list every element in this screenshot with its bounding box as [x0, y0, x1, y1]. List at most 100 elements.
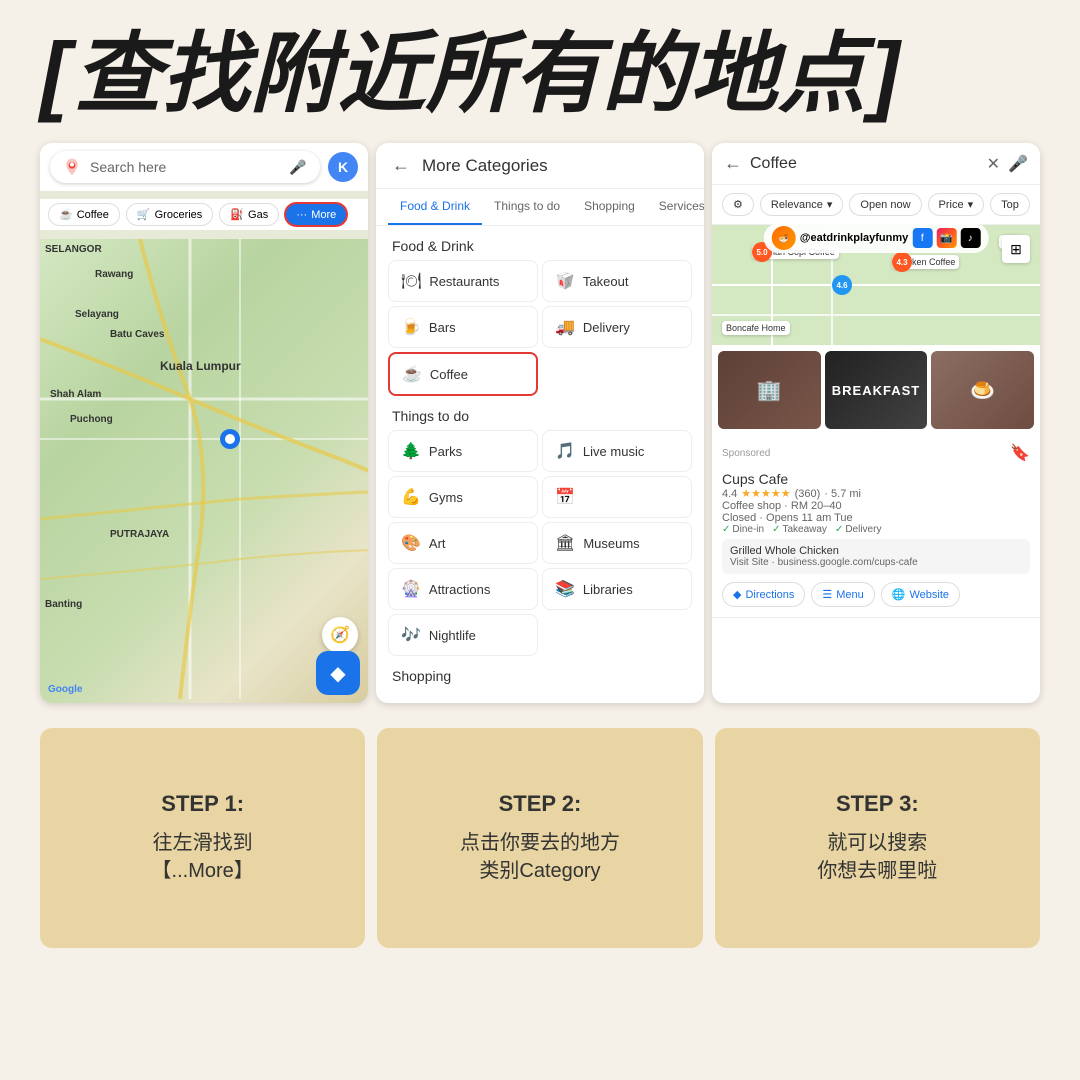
category-events[interactable]: 📅: [542, 476, 692, 518]
sponsored-label: Sponsored: [722, 448, 770, 459]
more-chip-highlight: [284, 202, 348, 227]
category-more[interactable]: ··· More: [285, 203, 347, 226]
map-header: Search here 🎤 K: [40, 143, 368, 191]
category-gyms[interactable]: 💪 Gyms: [388, 476, 538, 518]
gas-icon: ⛽: [230, 208, 244, 221]
selangor-label: SELANGOR: [45, 244, 102, 255]
things-grid: 🌲 Parks 🎵 Live music 💪 Gyms 📅 🎨: [376, 430, 704, 656]
cafe-photo-1: 🏢: [718, 351, 821, 429]
layers-icon: ⊞: [1010, 241, 1022, 258]
cafe-listing: Cups Cafe 4.4 ★★★★★ (360) · 5.7 mi Coffe…: [712, 465, 1040, 618]
cafe-type: Coffee shop · RM 20–40: [722, 500, 1030, 512]
shah-alam-label: Shah Alam: [50, 389, 101, 400]
bookmark-icon[interactable]: 🔖: [1010, 443, 1030, 463]
directions-icon: ◆: [733, 588, 741, 601]
rating-count: (360): [795, 488, 821, 500]
gym-icon: 💪: [401, 487, 421, 507]
watermark: 🍜 @eatdrinkplayfunmy f 📸 ♪: [764, 223, 989, 253]
cafe-name: Cups Cafe: [722, 471, 1030, 487]
cafe-rating: 4.4 ★★★★★ (360) · 5.7 mi: [722, 487, 1030, 500]
kl-label: Kuala Lumpur: [160, 359, 241, 373]
putrajaya-label: PUTRAJAYA: [110, 529, 169, 540]
user-avatar[interactable]: K: [328, 152, 358, 182]
chevron-down-icon: ▾: [827, 198, 833, 211]
navigation-button[interactable]: ◆: [316, 651, 360, 695]
category-live-music[interactable]: 🎵 Live music: [542, 430, 692, 472]
filter-top[interactable]: Top: [990, 193, 1030, 216]
coffee-cat-icon: ☕: [402, 364, 422, 384]
tab-things-to-do[interactable]: Things to do: [482, 189, 572, 225]
website-button[interactable]: 🌐 Website: [881, 582, 960, 607]
compass-button[interactable]: 🧭: [322, 617, 358, 653]
category-libraries[interactable]: 📚 Libraries: [542, 568, 692, 610]
step-1-desc: 往左滑找到【...More】: [152, 829, 254, 885]
search-bar[interactable]: Search here 🎤: [50, 151, 320, 183]
tab-services[interactable]: Services: [647, 189, 704, 225]
music-icon: 🎵: [555, 441, 575, 461]
category-attractions[interactable]: 🎡 Attractions: [388, 568, 538, 610]
parks-icon: 🌲: [401, 441, 421, 461]
category-restaurants[interactable]: 🍽 Restaurants: [388, 260, 538, 302]
filter-options-icon[interactable]: ⚙: [722, 193, 754, 216]
clear-icon[interactable]: ✕: [987, 154, 1000, 174]
social-icons-group: f 📸 ♪: [912, 228, 980, 248]
cafe-photo-2: BREAKFAST: [825, 351, 928, 429]
screenshots-row: Search here 🎤 K ☕ Coffee 🛒 Groceries ⛽ G…: [40, 143, 1040, 703]
results-filters: ⚙ Relevance ▾ Open now Price ▾ Top: [712, 185, 1040, 225]
cafe-services: ✓ Dine-in ✓ Takeaway ✓ Delivery: [722, 524, 1030, 535]
category-delivery[interactable]: 🚚 Delivery: [542, 306, 692, 348]
category-takeout[interactable]: 🥡 Takeout: [542, 260, 692, 302]
results-mic-icon[interactable]: 🎤: [1008, 154, 1028, 174]
category-groceries[interactable]: 🛒 Groceries: [126, 203, 213, 226]
breakfast-photo: BREAKFAST: [825, 351, 928, 429]
filter-open-now[interactable]: Open now: [849, 193, 921, 216]
map-background: SELANGOR Rawang Batu Caves Selayang Shah…: [40, 239, 368, 703]
mic-icon[interactable]: 🎤: [288, 157, 308, 177]
back-arrow-icon[interactable]: ←: [392, 155, 410, 176]
categories-header: ← More Categories: [376, 143, 704, 189]
promo-link[interactable]: Visit Site · business.google.com/cups-ca…: [730, 557, 1022, 568]
results-header: ← Coffee ✕ 🎤: [712, 143, 1040, 185]
stars-icon: ★★★★★: [741, 487, 790, 500]
batu-caves-label: Batu Caves: [110, 329, 164, 340]
category-nightlife[interactable]: 🎶 Nightlife: [388, 614, 538, 656]
step-3-desc: 就可以搜索你想去哪里啦: [817, 829, 937, 885]
steps-row: STEP 1: 往左滑找到【...More】 STEP 2: 点击你要去的地方类…: [40, 728, 1040, 948]
category-coffee-item[interactable]: ☕ Coffee: [388, 352, 538, 396]
food-photo: 🍮: [931, 351, 1034, 429]
search-input-label: Search here: [90, 159, 280, 175]
website-icon: 🌐: [892, 588, 906, 601]
step-3-box: STEP 3: 就可以搜索你想去哪里啦: [715, 728, 1040, 948]
tab-food-drink[interactable]: Food & Drink: [388, 189, 482, 225]
step-3-number: STEP 3:: [836, 791, 919, 817]
compass-icon: 🧭: [330, 625, 350, 645]
service-dine-in: ✓ Dine-in: [722, 524, 764, 535]
category-museums[interactable]: 🏛 Museums: [542, 522, 692, 564]
category-art[interactable]: 🎨 Art: [388, 522, 538, 564]
bars-icon: 🍺: [401, 317, 421, 337]
page-title: 查找附近所有的地点: [74, 24, 866, 123]
filter-relevance[interactable]: Relevance ▾: [760, 193, 844, 216]
tab-shopping[interactable]: Shopping: [572, 189, 647, 225]
directions-button[interactable]: ◆ Directions: [722, 582, 805, 607]
results-back-icon[interactable]: ←: [724, 153, 742, 174]
pin-blue-icon: 4.6: [832, 275, 852, 295]
menu-button[interactable]: ☰ Menu: [811, 582, 874, 607]
category-gas[interactable]: ⛽ Gas: [219, 203, 279, 226]
check-icon-1: ✓: [722, 524, 730, 535]
banting-label: Banting: [45, 599, 82, 610]
map-layers-button[interactable]: ⊞: [1002, 235, 1030, 263]
service-delivery: ✓ Delivery: [835, 524, 882, 535]
category-bars[interactable]: 🍺 Bars: [388, 306, 538, 348]
category-coffee[interactable]: ☕ Coffee: [48, 203, 120, 226]
facebook-icon: f: [912, 228, 932, 248]
boncafe-bubble: Boncafe Home: [722, 321, 790, 335]
filter-price[interactable]: Price ▾: [928, 193, 985, 216]
cafe-photo-3: 🍮: [931, 351, 1034, 429]
title-section: [ 查找附近所有的地点 ]: [40, 30, 1040, 118]
category-parks[interactable]: 🌲 Parks: [388, 430, 538, 472]
price-chevron-icon: ▾: [968, 198, 974, 211]
food-drink-section-title: Food & Drink: [376, 226, 704, 260]
promo-name: Grilled Whole Chicken: [730, 545, 1022, 557]
step-1-number: STEP 1:: [161, 791, 244, 817]
